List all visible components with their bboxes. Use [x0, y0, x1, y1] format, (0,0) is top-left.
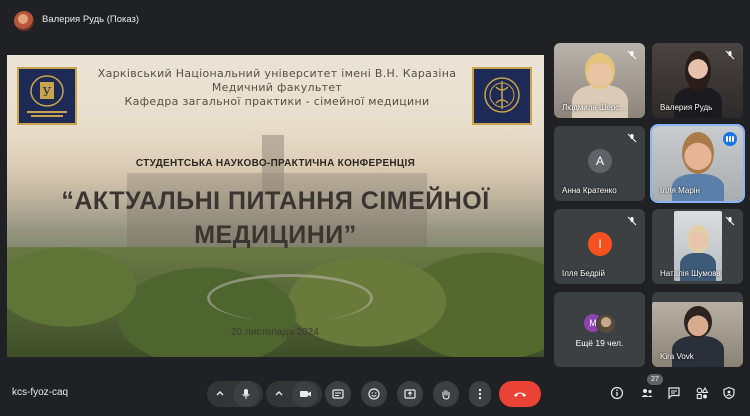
participant-name: Наталія Шумова: [660, 269, 721, 278]
more-participants-tile[interactable]: М Ещё 19 чел.: [554, 292, 645, 367]
university-emblem-left: У: [17, 67, 77, 125]
conference-title-line2: МЕДИЦИНИ”: [194, 221, 357, 249]
participant-tile[interactable]: А Анна Кратенко: [554, 126, 645, 201]
participant-count-badge: 27: [647, 374, 663, 385]
present-icon: [404, 389, 416, 399]
participant-tile-active-speaker[interactable]: Ілля Марін: [652, 126, 743, 201]
mic-off-icon: [725, 50, 735, 60]
chat-icon[interactable]: [667, 386, 681, 400]
more-options-icon: [478, 388, 482, 400]
activities-icon[interactable]: [695, 386, 709, 400]
emoji-icon: [368, 388, 380, 400]
presenter-title: Валерия Рудь (Показ): [42, 14, 140, 25]
participant-tile[interactable]: Валерия Рудь: [652, 43, 743, 118]
more-participants-avatars: М: [584, 314, 618, 334]
participant-name: Валерия Рудь: [660, 103, 713, 112]
participant-avatar: А: [588, 149, 612, 173]
conference-subtitle: СТУДЕНТСЬКА НАУКОВО-ПРАКТИЧНА КОНФЕРЕНЦІ…: [135, 158, 416, 169]
raise-hand-icon: [442, 389, 450, 400]
participant-name: Людмила Шерс...: [562, 103, 626, 112]
top-bar: Валерия Рудь (Показ): [0, 0, 750, 40]
emoji-button[interactable]: [361, 381, 387, 407]
university-name: Харківський Національний університет іме…: [97, 67, 457, 80]
camera-icon: [299, 391, 311, 397]
conference-date: 20 листопада 2024: [231, 327, 319, 338]
svg-text:У: У: [43, 85, 52, 99]
participant-name: Ілля Марін: [660, 186, 700, 195]
participant-tile[interactable]: Наталія Шумова: [652, 209, 743, 284]
participant-tile[interactable]: Людмила Шерс...: [554, 43, 645, 118]
present-button[interactable]: [397, 381, 423, 407]
host-controls-icon[interactable]: [722, 386, 736, 400]
presenter-avatar: [14, 11, 34, 31]
speaking-indicator-icon: [723, 132, 737, 146]
participant-tile[interactable]: І Ілля Бедрій: [554, 209, 645, 284]
info-icon[interactable]: [610, 386, 624, 400]
faculty-emblem-right: [472, 67, 532, 125]
mic-off-icon: [627, 216, 637, 226]
shared-screen: У Харківський Національний університет і…: [7, 55, 544, 357]
raise-hand-button[interactable]: [433, 381, 459, 407]
participant-name: Ілля Бедрій: [562, 269, 605, 278]
mic-off-icon: [627, 133, 637, 143]
more-participants-label: Ещё 19 чел.: [575, 338, 624, 348]
microphone-button[interactable]: [233, 381, 259, 407]
captions-icon: [332, 389, 344, 399]
participant-tile[interactable]: Kira Vovk: [652, 292, 743, 367]
participant-name: Kira Vovk: [660, 352, 694, 361]
end-call-button[interactable]: [499, 381, 541, 407]
participant-avatar-photo: [596, 314, 616, 334]
chevron-up-icon[interactable]: [213, 387, 227, 401]
mic-off-icon: [725, 216, 735, 226]
participant-avatar: І: [588, 232, 612, 256]
mic-off-icon: [627, 50, 637, 60]
camera-button[interactable]: [292, 381, 318, 407]
meeting-code: kcs-fyoz-caq: [12, 387, 69, 398]
end-call-icon: [514, 392, 526, 397]
faculty-name: Медичний факультет: [211, 81, 343, 94]
participant-name: Анна Кратенко: [562, 186, 617, 195]
microphone-icon: [242, 389, 250, 399]
more-options-button[interactable]: [469, 381, 491, 407]
conference-title-line1: “АКТУАЛЬНІ ПИТАННЯ СІМЕЙНОЇ: [61, 187, 490, 215]
people-icon[interactable]: [640, 386, 654, 400]
department-name: Кафедра загальної практики - сімейної ме…: [124, 95, 430, 108]
captions-button[interactable]: [325, 381, 351, 407]
chevron-up-icon[interactable]: [272, 387, 286, 401]
slide-background-road: [207, 274, 373, 322]
